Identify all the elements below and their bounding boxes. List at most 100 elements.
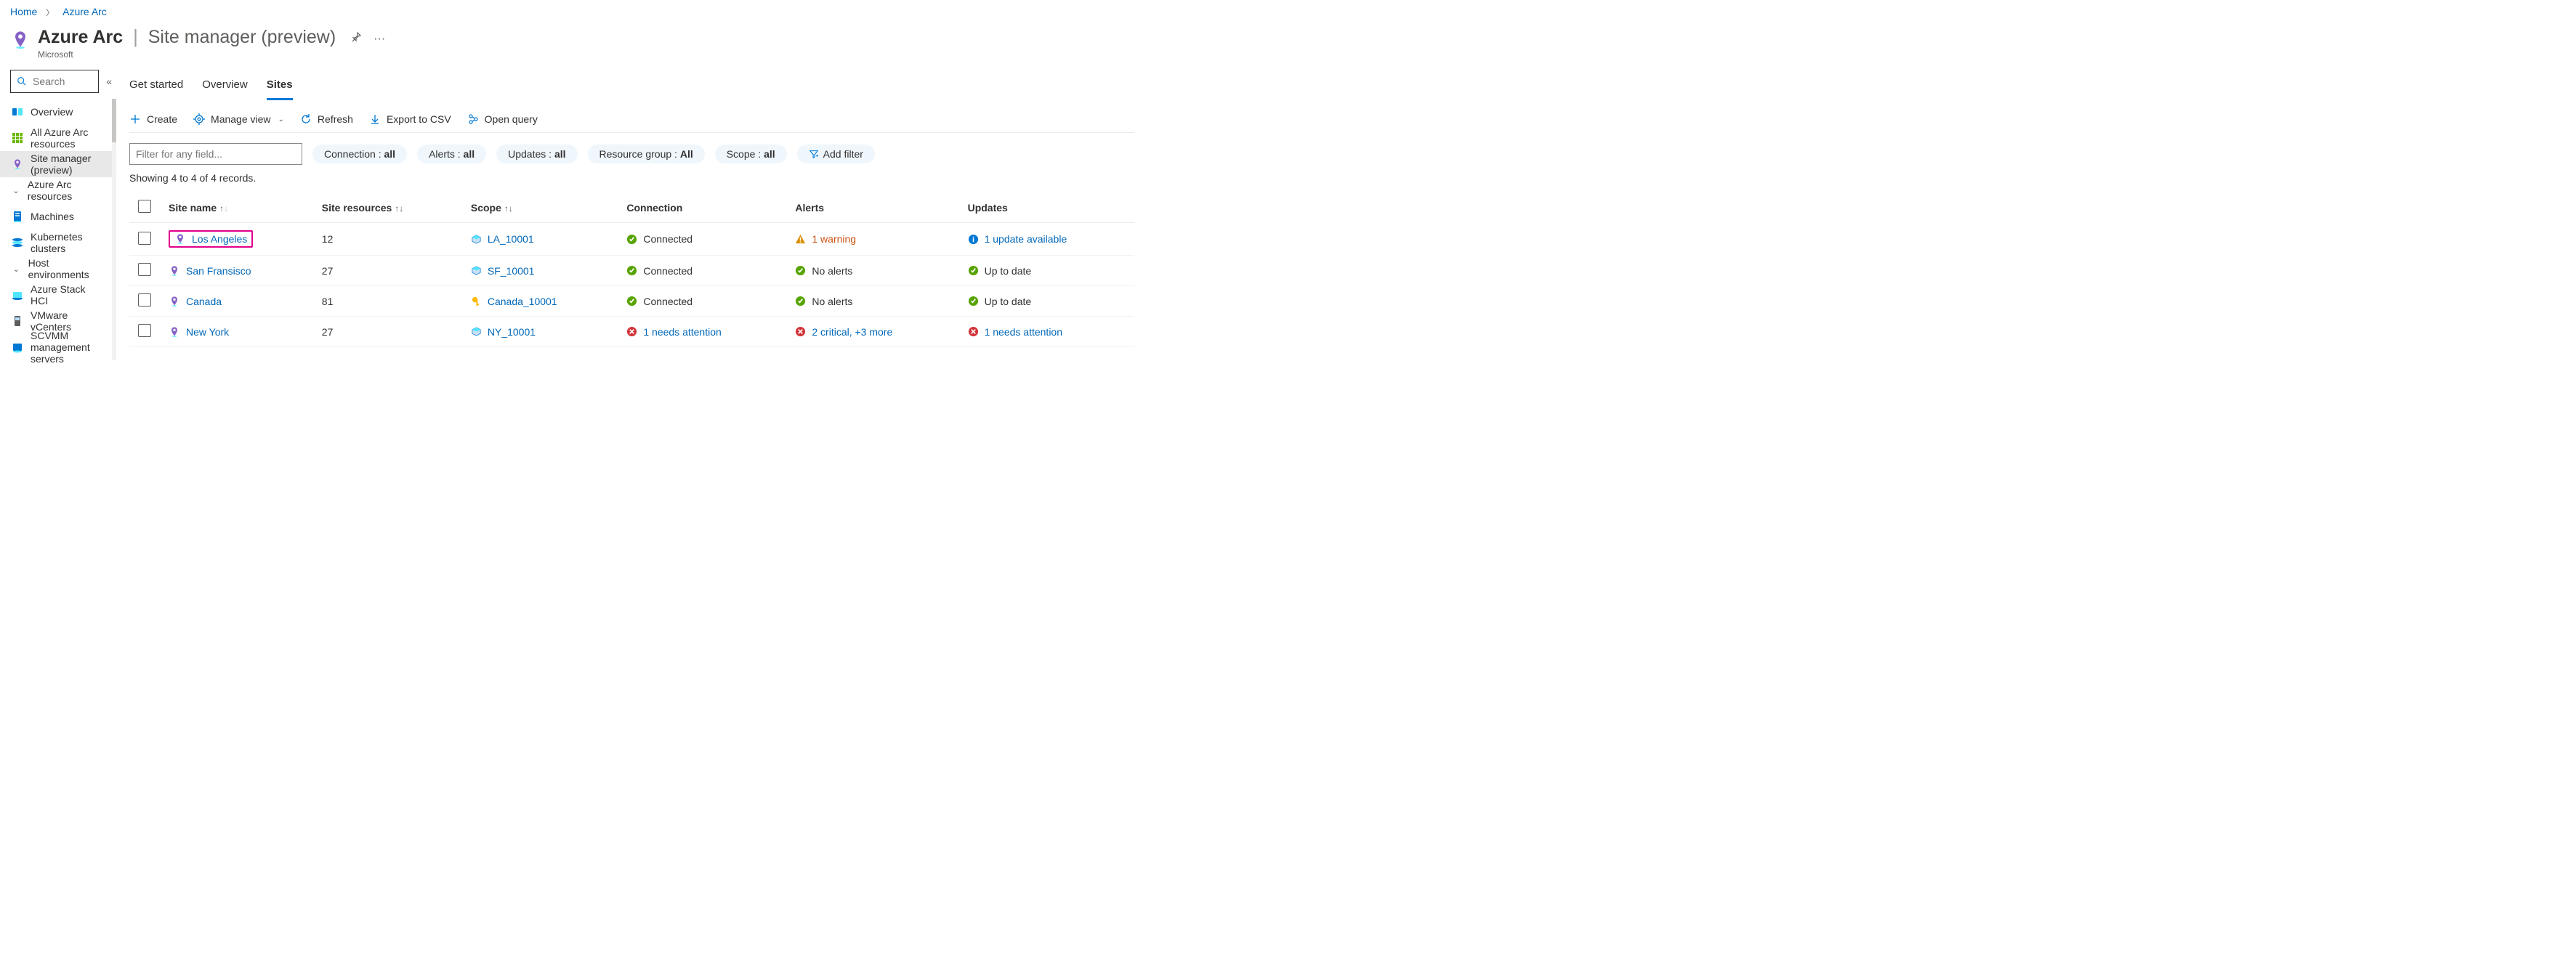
sidebar-item[interactable]: SCVMM management servers (0, 334, 112, 360)
rg-icon (471, 234, 482, 245)
record-count: Showing 4 to 4 of 4 records. (129, 172, 1134, 184)
sidebar-item[interactable]: ⌄Host environments (0, 256, 112, 282)
scope-link[interactable]: LA_10001 (488, 233, 534, 245)
pin-button[interactable] (350, 31, 362, 46)
sidebar-search-input[interactable] (33, 76, 92, 87)
main-content: Get started Overview Sites Create Manage v… (116, 70, 1144, 362)
sidebar-item[interactable]: Site manager (preview) (0, 151, 112, 177)
warn-icon (795, 234, 806, 245)
refresh-icon (300, 113, 312, 125)
filter-pill[interactable]: Connection : all (312, 145, 407, 163)
resources-cell: 81 (313, 286, 462, 317)
sidebar-item[interactable]: Machines (0, 203, 112, 230)
manage-view-button[interactable]: Manage view ⌄ (193, 113, 284, 125)
updates-cell: Up to date (968, 296, 1126, 307)
query-icon (467, 113, 479, 125)
updates-cell: Up to date (968, 265, 1126, 277)
filter-pill[interactable]: Updates : all (496, 145, 577, 163)
row-checkbox[interactable] (138, 232, 151, 245)
tabs: Get started Overview Sites (129, 73, 1134, 100)
pin-icon (12, 158, 23, 170)
add-filter-button[interactable]: Add filter (797, 145, 875, 163)
col-site-resources[interactable]: Site resources↑↓ (313, 192, 462, 223)
tab[interactable]: Overview (202, 73, 248, 100)
create-button[interactable]: Create (129, 113, 177, 125)
sidebar-item-label: Overview (31, 106, 73, 118)
breadcrumb-current[interactable]: Azure Arc (62, 6, 107, 17)
col-scope[interactable]: Scope↑↓ (462, 192, 618, 223)
col-connection[interactable]: Connection (618, 192, 786, 223)
scvmm-icon (12, 341, 23, 353)
rg-icon (471, 326, 482, 337)
filter-pill[interactable]: Alerts : all (417, 145, 486, 163)
site-name-cell: San Fransisco (169, 265, 304, 277)
connection-cell: 1 needs attention (626, 326, 778, 338)
azure-arc-icon (10, 30, 31, 50)
sidebar-item[interactable]: Azure Stack HCI (0, 282, 112, 308)
sites-table: Site name↑↓ Site resources↑↓ Scope↑↓ Con… (129, 192, 1134, 347)
sidebar-item-label: Azure Stack HCI (31, 283, 105, 307)
site-link[interactable]: San Fransisco (186, 265, 251, 277)
open-query-button[interactable]: Open query (467, 113, 538, 125)
scope-link[interactable]: SF_10001 (488, 265, 535, 277)
table-row: San Fransisco 27 SF_10001 Connected No a… (129, 256, 1134, 286)
resources-cell: 27 (313, 317, 462, 347)
hci-icon (12, 289, 23, 301)
service-title: Azure Arc (38, 27, 123, 47)
table-row: Los Angeles 12 LA_10001 Connected 1 warn… (129, 223, 1134, 256)
site-link[interactable]: New York (186, 326, 229, 338)
scope-cell: Canada_10001 (471, 296, 610, 307)
table-row: New York 27 NY_10001 1 needs attention 2… (129, 317, 1134, 347)
pin-icon (169, 326, 180, 338)
export-csv-button[interactable]: Export to CSV (369, 113, 451, 125)
select-all-checkbox[interactable] (138, 200, 151, 213)
sidebar-item[interactable]: Kubernetes clusters (0, 230, 112, 256)
pin-icon (169, 265, 180, 277)
machine-icon (12, 211, 23, 222)
vmware-icon (12, 315, 23, 327)
col-alerts[interactable]: Alerts (786, 192, 958, 223)
refresh-button[interactable]: Refresh (300, 113, 353, 125)
sidebar-item-label: Azure Arc resources (28, 179, 105, 202)
filter-pill[interactable]: Resource group : All (588, 145, 705, 163)
scope-link[interactable]: NY_10001 (488, 326, 536, 338)
site-link[interactable]: Canada (186, 296, 222, 307)
collapse-sidebar-button[interactable]: « (106, 76, 112, 87)
filter-field[interactable] (136, 148, 296, 160)
tab[interactable]: Sites (267, 73, 293, 100)
ok-icon (968, 265, 979, 276)
sidebar-item[interactable]: Overview (0, 99, 112, 125)
sidebar-item-label: Kubernetes clusters (31, 231, 105, 254)
chevron-down-icon: ⌄ (12, 186, 20, 195)
scope-cell: SF_10001 (471, 265, 610, 277)
page-header: Azure Arc | Site manager (preview) Micro… (0, 23, 1144, 70)
toolbar: Create Manage view ⌄ Refresh Export to C… (129, 113, 1134, 133)
scope-link[interactable]: Canada_10001 (488, 296, 557, 307)
chevron-down-icon: ⌄ (12, 264, 21, 274)
updates-cell: 1 needs attention (968, 326, 1126, 338)
row-checkbox[interactable] (138, 293, 151, 307)
sidebar-item[interactable]: All Azure Arc resources (0, 125, 112, 151)
row-checkbox[interactable] (138, 263, 151, 276)
ok-icon (968, 296, 979, 307)
col-updates[interactable]: Updates (959, 192, 1134, 223)
filter-input[interactable] (129, 143, 302, 165)
col-site-name[interactable]: Site name↑↓ (160, 192, 313, 223)
ok-icon (795, 265, 806, 276)
sidebar-search[interactable] (10, 70, 99, 93)
updates-cell: 1 update available (968, 233, 1126, 245)
more-button[interactable]: ··· (374, 33, 385, 46)
filter-pill[interactable]: Scope : all (715, 145, 787, 163)
search-icon (17, 76, 27, 86)
row-checkbox[interactable] (138, 324, 151, 337)
resources-cell: 27 (313, 256, 462, 286)
download-icon (369, 113, 381, 125)
sidebar-item[interactable]: ⌄ Azure Arc resources (0, 177, 112, 203)
tab[interactable]: Get started (129, 73, 183, 100)
site-link[interactable]: Los Angeles (192, 233, 247, 245)
gear-icon (193, 113, 205, 125)
chevron-right-icon: 〉 (46, 9, 54, 17)
scrollbar-thumb[interactable] (112, 99, 116, 142)
breadcrumb-home[interactable]: Home (10, 6, 37, 17)
sort-icon: ↑↓ (504, 203, 513, 214)
